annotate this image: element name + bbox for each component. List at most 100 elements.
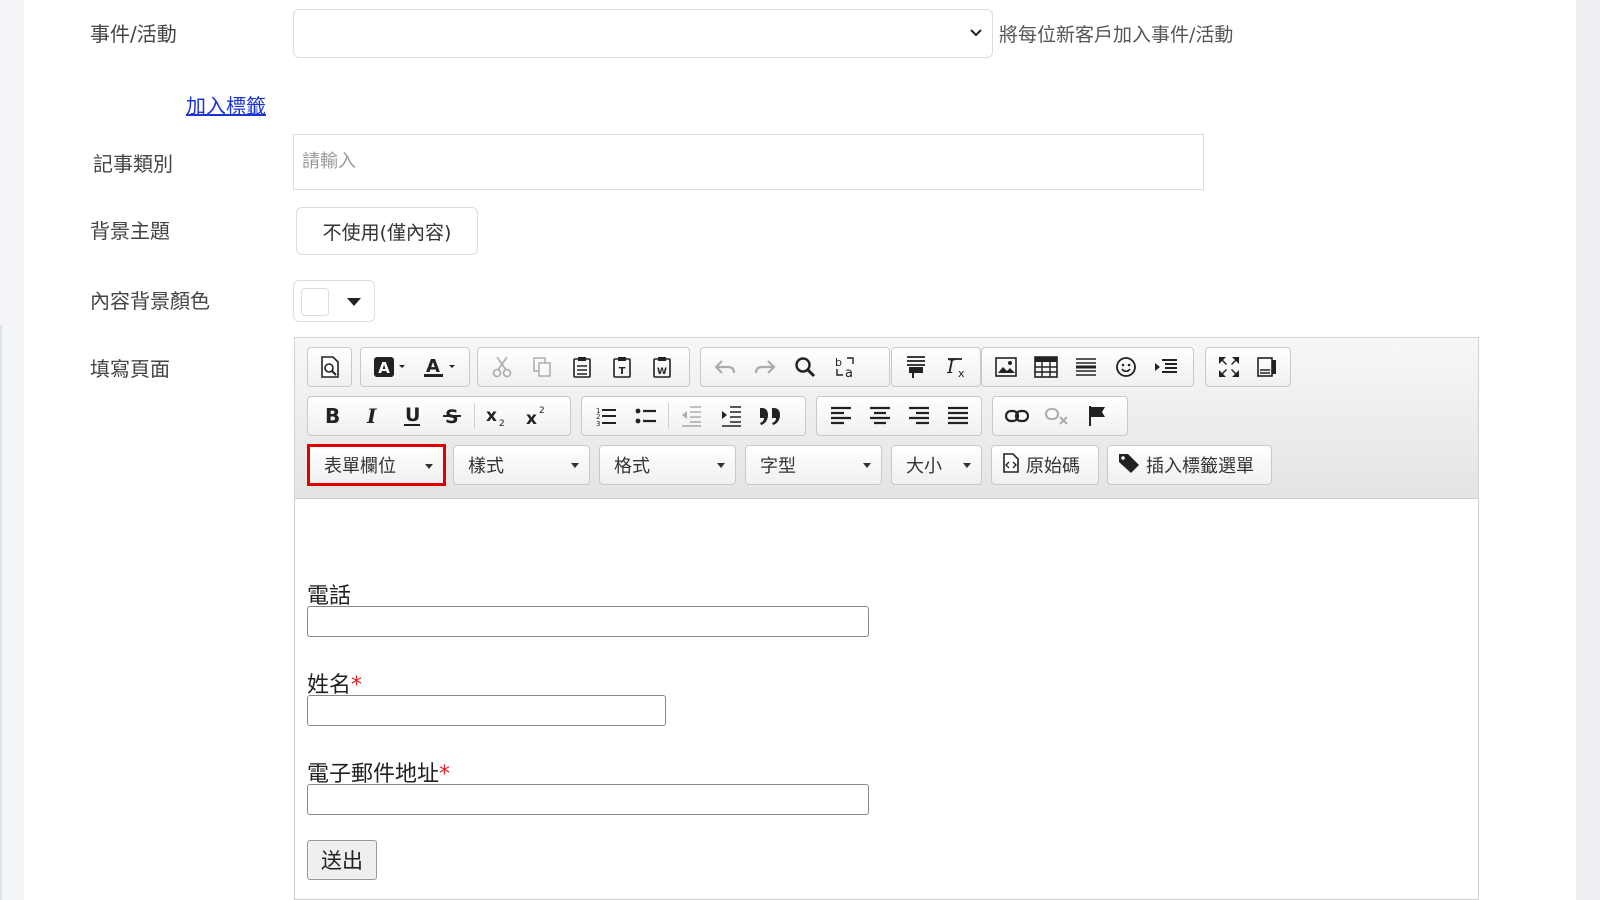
- toolbar-group-preview: [307, 347, 352, 387]
- preview-icon[interactable]: [312, 350, 347, 384]
- source-code-icon: [1002, 452, 1020, 478]
- toolbar-group-format-tools: Ix: [891, 347, 981, 387]
- page-scrollbar-track[interactable]: [1576, 0, 1600, 900]
- indent-icon[interactable]: [711, 399, 751, 433]
- bold-icon[interactable]: B: [312, 399, 352, 433]
- left-divider: [0, 325, 2, 900]
- unlink-icon[interactable]: [1037, 399, 1077, 433]
- svg-text:b: b: [835, 356, 842, 369]
- svg-text:2: 2: [499, 419, 505, 427]
- caret-down-icon: [347, 298, 361, 306]
- styles-combo-label: 樣式: [468, 456, 504, 477]
- page-left-gutter: [0, 0, 24, 900]
- dropdown-arrow-icon: [863, 463, 871, 468]
- toolbar-group-links: [992, 396, 1128, 436]
- form-panel: 事件/活動 將每位新客戶加入事件/活動 加入標籤 記事類別 請輸入 背景主題 不…: [24, 0, 1576, 900]
- cut-icon[interactable]: [482, 350, 522, 384]
- rich-text-editor: A A T W ba Ix B I U S x 2 x 2 1 2 3 表單欄位…: [294, 337, 1479, 900]
- remove-format-icon[interactable]: Ix: [936, 350, 976, 384]
- form-field-combo-label: 表單欄位: [324, 456, 396, 477]
- tag-icon: [1118, 453, 1140, 478]
- note-type-input[interactable]: 請輸入: [293, 134, 1204, 190]
- toolbar-group-view: [1205, 347, 1291, 387]
- paste-icon[interactable]: [562, 350, 602, 384]
- content-bg-color-picker[interactable]: [293, 280, 375, 322]
- svg-text:A: A: [426, 356, 440, 377]
- text-color-icon[interactable]: A: [415, 350, 465, 384]
- insert-tag-menu-label: 插入標籤選單: [1146, 456, 1254, 477]
- toolbar-group-clipboard: T W: [477, 347, 690, 387]
- paste-word-icon[interactable]: W: [642, 350, 682, 384]
- submit-button[interactable]: 送出: [307, 840, 377, 880]
- svg-text:B: B: [325, 405, 340, 427]
- align-left-icon[interactable]: [821, 399, 860, 433]
- svg-text:U: U: [405, 404, 420, 426]
- form-field-combo[interactable]: 表單欄位: [307, 444, 446, 486]
- image-icon[interactable]: [986, 350, 1026, 384]
- anchor-flag-icon[interactable]: [1077, 399, 1117, 433]
- outdent-icon[interactable]: [671, 399, 711, 433]
- bg-theme-label: 背景主題: [90, 219, 170, 243]
- link-icon[interactable]: [997, 399, 1037, 433]
- find-icon[interactable]: [785, 350, 825, 384]
- svg-text:A: A: [378, 359, 390, 377]
- source-button[interactable]: 原始碼: [991, 445, 1099, 485]
- toolbar-separator: [668, 403, 669, 429]
- svg-text:x: x: [526, 409, 537, 427]
- format-combo[interactable]: 格式: [599, 445, 736, 485]
- replace-icon[interactable]: ba: [825, 350, 865, 384]
- content-bg-color-label: 內容背景顏色: [90, 289, 210, 313]
- superscript-icon[interactable]: x2: [517, 399, 557, 433]
- bg-theme-button[interactable]: 不使用(僅內容): [296, 207, 478, 255]
- add-tag-link[interactable]: 加入標籤: [186, 90, 266, 119]
- dropdown-arrow-icon: [425, 464, 433, 469]
- table-icon[interactable]: [1026, 350, 1066, 384]
- select-all-icon[interactable]: [896, 350, 936, 384]
- strikethrough-icon[interactable]: S: [432, 399, 472, 433]
- toolbar-group-basic-styles: B I U S x2 x2: [307, 396, 571, 436]
- blockquote-icon[interactable]: [751, 399, 791, 433]
- svg-text:x: x: [486, 406, 497, 426]
- event-select[interactable]: [293, 9, 993, 58]
- undo-icon[interactable]: [705, 350, 745, 384]
- dropdown-arrow-icon: [963, 463, 971, 468]
- italic-icon[interactable]: I: [352, 399, 392, 433]
- styles-combo[interactable]: 樣式: [453, 445, 590, 485]
- page-break-icon[interactable]: [1146, 350, 1186, 384]
- fill-page-label: 填寫頁面: [90, 357, 170, 381]
- bg-color-icon[interactable]: A: [365, 350, 415, 384]
- align-center-icon[interactable]: [860, 399, 899, 433]
- size-combo[interactable]: 大小: [891, 445, 982, 485]
- align-right-icon[interactable]: [899, 399, 938, 433]
- email-input[interactable]: [307, 784, 869, 815]
- redo-icon[interactable]: [745, 350, 785, 384]
- editor-toolbar: A A T W ba Ix B I U S x 2 x 2 1 2 3 表單欄位…: [295, 338, 1478, 499]
- source-button-label: 原始碼: [1026, 456, 1080, 477]
- name-input[interactable]: [307, 695, 666, 726]
- paste-text-icon[interactable]: T: [602, 350, 642, 384]
- horizontal-rule-icon[interactable]: [1066, 350, 1106, 384]
- maximize-icon[interactable]: [1210, 350, 1248, 384]
- bulleted-list-icon[interactable]: [626, 399, 666, 433]
- event-label: 事件/活動: [90, 22, 177, 46]
- toolbar-group-history: ba: [700, 347, 890, 387]
- dropdown-arrow-icon: [717, 463, 725, 468]
- underline-icon[interactable]: U: [392, 399, 432, 433]
- note-type-placeholder: 請輸入: [302, 151, 356, 172]
- svg-text:3: 3: [596, 420, 600, 427]
- insert-tag-menu-button[interactable]: 插入標籤選單: [1107, 445, 1272, 485]
- color-swatch: [301, 288, 329, 316]
- toolbar-group-insert: [981, 347, 1194, 387]
- phone-input[interactable]: [307, 606, 869, 637]
- subscript-icon[interactable]: x2: [477, 399, 517, 433]
- smiley-icon[interactable]: [1106, 350, 1146, 384]
- font-combo[interactable]: 字型: [745, 445, 882, 485]
- copy-icon[interactable]: [522, 350, 562, 384]
- align-justify-icon[interactable]: [938, 399, 977, 433]
- toolbar-group-colors: A A: [360, 347, 470, 387]
- event-hint: 將每位新客戶加入事件/活動: [999, 24, 1234, 46]
- chevron-down-icon: [968, 24, 984, 44]
- toolbar-group-align: [816, 396, 982, 436]
- numbered-list-icon[interactable]: 123: [586, 399, 626, 433]
- show-blocks-icon[interactable]: [1248, 350, 1286, 384]
